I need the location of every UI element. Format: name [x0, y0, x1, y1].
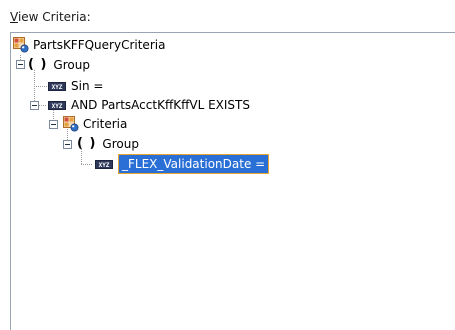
tree-node-criteria[interactable]: Criteria	[63, 114, 127, 134]
selected-node-label[interactable]: _FLEX_ValidationDate =	[118, 154, 270, 174]
tree-node-label: Criteria	[83, 117, 128, 131]
view-criteria-label: View Criteria:	[10, 10, 91, 24]
tree-node-group[interactable]: ( ) Group	[77, 134, 139, 154]
tree-node-label: Sin =	[71, 79, 104, 93]
group-paren-icon: ( )	[28, 57, 48, 72]
collapse-toggle-icon[interactable]	[30, 101, 39, 110]
tree-node-label: PartsKFFQueryCriteria	[33, 38, 166, 52]
collapse-toggle-icon[interactable]	[63, 140, 72, 149]
criteria-icon	[13, 37, 29, 53]
collapse-toggle-icon[interactable]	[16, 60, 25, 69]
tree-node-flex-validation-date[interactable]: XYZ _FLEX_ValidationDate =	[95, 154, 270, 174]
tree-node-label: Group	[53, 58, 90, 72]
tree-node-attribute-sin[interactable]: XYZ Sin =	[48, 76, 103, 96]
tree-node-exists[interactable]: XYZ AND PartsAcctKffKffVL EXISTS	[48, 95, 250, 115]
tree-node-group[interactable]: ( ) Group	[28, 55, 90, 75]
collapse-toggle-icon[interactable]	[49, 120, 58, 129]
tree-node-label: Group	[102, 137, 139, 151]
xyz-attribute-icon: XYZ	[48, 81, 66, 91]
tree-node-root[interactable]: PartsKFFQueryCriteria	[13, 35, 165, 55]
xyz-attribute-icon: XYZ	[48, 100, 66, 110]
view-criteria-tree[interactable]: PartsKFFQueryCriteria ( ) Group XYZ Sin …	[10, 32, 455, 330]
criteria-icon	[63, 116, 79, 132]
xyz-attribute-icon: XYZ	[95, 159, 113, 169]
tree-node-label: AND PartsAcctKffKffVL EXISTS	[71, 98, 250, 112]
group-paren-icon: ( )	[77, 136, 97, 151]
